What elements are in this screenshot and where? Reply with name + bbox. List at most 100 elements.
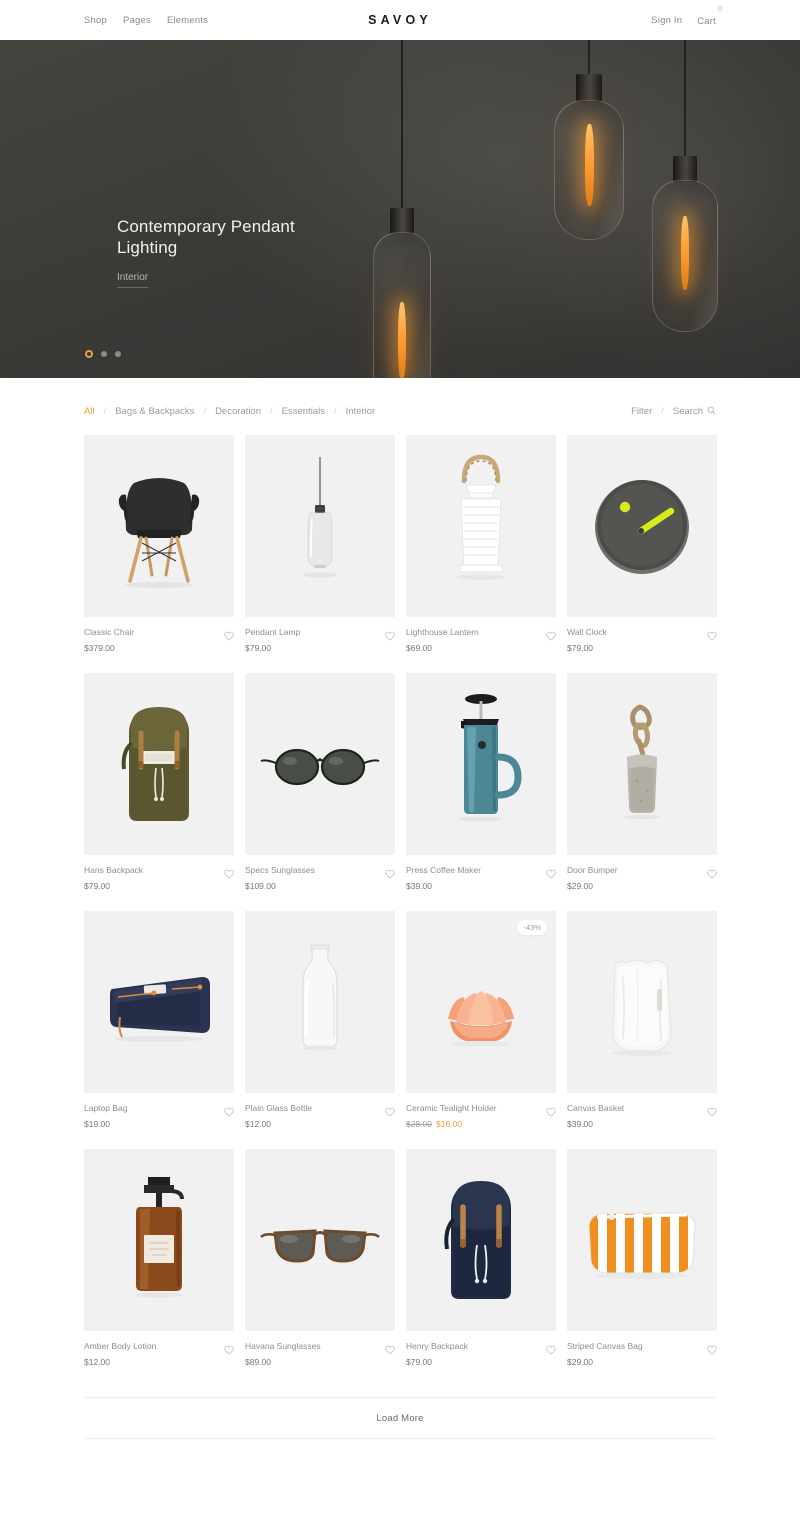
product-card: Plain Glass Bottle $12.00 bbox=[245, 911, 395, 1129]
wishlist-heart-icon[interactable] bbox=[385, 628, 395, 641]
load-more-section: Load More bbox=[84, 1397, 716, 1439]
product-meta: Havana Sunglasses bbox=[245, 1331, 395, 1355]
product-price: $79.00 bbox=[406, 1357, 432, 1367]
category-interior[interactable]: Interior bbox=[346, 406, 376, 417]
product-price: $28.00 $16.00 bbox=[406, 1119, 556, 1129]
wishlist-heart-icon[interactable] bbox=[707, 628, 717, 641]
product-name[interactable]: Ceramic Tealight Holder bbox=[406, 1103, 546, 1114]
product-image-havana-sunglasses[interactable] bbox=[245, 1149, 395, 1331]
product-image-press-coffee-maker[interactable] bbox=[406, 673, 556, 855]
product-card: Specs Sunglasses $109.00 bbox=[245, 673, 395, 891]
category-decoration[interactable]: Decoration bbox=[215, 406, 261, 417]
wishlist-heart-icon[interactable] bbox=[224, 866, 234, 879]
wishlist-heart-icon[interactable] bbox=[224, 1104, 234, 1117]
hero-dot-1[interactable] bbox=[85, 350, 93, 358]
search-icon[interactable] bbox=[707, 406, 716, 417]
product-card: Classic Chair $379.00 bbox=[84, 435, 234, 653]
sign-in-link[interactable]: Sign In bbox=[651, 15, 682, 26]
product-meta: Amber Body Lotion bbox=[84, 1331, 234, 1355]
hero-category-link[interactable]: Interior bbox=[117, 272, 149, 288]
pendant-lamp-art bbox=[303, 457, 337, 578]
hero-dot-2[interactable] bbox=[101, 351, 107, 357]
product-price: $19.00 bbox=[84, 1119, 110, 1129]
product-name[interactable]: Canvas Basket bbox=[567, 1103, 707, 1114]
category-bags-backpacks[interactable]: Bags & Backpacks bbox=[115, 406, 194, 417]
product-name[interactable]: Press Coffee Maker bbox=[406, 865, 546, 876]
product-image-lighthouse-lantern[interactable] bbox=[406, 435, 556, 617]
category-essentials[interactable]: Essentials bbox=[282, 406, 325, 417]
product-image-striped-canvas-bag[interactable] bbox=[567, 1149, 717, 1331]
cart-link[interactable]: Cart 0 bbox=[697, 6, 722, 29]
product-name[interactable]: Specs Sunglasses bbox=[245, 865, 385, 876]
hero-slider[interactable]: Contemporary Pendant Lighting Interior bbox=[0, 40, 800, 378]
product-price: $29.00 bbox=[567, 1357, 593, 1367]
cart-label[interactable]: Cart bbox=[697, 16, 716, 27]
wishlist-heart-icon[interactable] bbox=[707, 866, 717, 879]
wishlist-heart-icon[interactable] bbox=[224, 1342, 234, 1355]
site-header: Shop Pages Elements SAVOY Sign In Cart 0 bbox=[0, 0, 800, 40]
product-name[interactable]: Laptop Bag bbox=[84, 1103, 224, 1114]
product-image-pendant-lamp[interactable] bbox=[245, 435, 395, 617]
load-more-button[interactable]: Load More bbox=[376, 1413, 423, 1424]
product-image-ceramic-tealight-holder[interactable]: -43% bbox=[406, 911, 556, 1093]
product-name[interactable]: Hans Backpack bbox=[84, 865, 224, 876]
product-meta: Pendant Lamp bbox=[245, 617, 395, 641]
product-name[interactable]: Lighthouse Lantern bbox=[406, 627, 546, 638]
wishlist-heart-icon[interactable] bbox=[546, 628, 556, 641]
product-sale-price: $16.00 bbox=[436, 1119, 462, 1129]
hero-background-image bbox=[0, 40, 800, 378]
wishlist-heart-icon[interactable] bbox=[385, 866, 395, 879]
product-card: Wall Clock $79.00 bbox=[567, 435, 717, 653]
wishlist-heart-icon[interactable] bbox=[707, 1104, 717, 1117]
product-image-plain-glass-bottle[interactable] bbox=[245, 911, 395, 1093]
product-name[interactable]: Wall Clock bbox=[567, 627, 707, 638]
hero-caption: Contemporary Pendant Lighting Interior bbox=[117, 216, 347, 288]
hero-dot-3[interactable] bbox=[115, 351, 121, 357]
discount-badge: -43% bbox=[517, 920, 547, 935]
product-meta: Door Bumper bbox=[567, 855, 717, 879]
product-image-classic-chair[interactable] bbox=[84, 435, 234, 617]
product-name[interactable]: Striped Canvas Bag bbox=[567, 1341, 707, 1352]
product-card: Press Coffee Maker $39.00 bbox=[406, 673, 556, 891]
product-name[interactable]: Door Bumper bbox=[567, 865, 707, 876]
havana-sunglasses-art bbox=[260, 1229, 380, 1263]
product-meta: Hans Backpack bbox=[84, 855, 234, 879]
product-image-amber-body-lotion[interactable] bbox=[84, 1149, 234, 1331]
product-meta: Henry Backpack bbox=[406, 1331, 556, 1355]
product-image-specs-sunglasses[interactable] bbox=[245, 673, 395, 855]
product-image-henry-backpack[interactable] bbox=[406, 1149, 556, 1331]
product-image-laptop-bag[interactable] bbox=[84, 911, 234, 1093]
product-name[interactable]: Havana Sunglasses bbox=[245, 1341, 385, 1352]
lighthouse-lantern-art bbox=[456, 454, 506, 580]
hans-backpack-art bbox=[121, 707, 189, 821]
product-price: $12.00 bbox=[84, 1357, 110, 1367]
product-name[interactable]: Plain Glass Bottle bbox=[245, 1103, 385, 1114]
product-card: Amber Body Lotion $12.00 bbox=[84, 1149, 234, 1367]
filter-button[interactable]: Filter bbox=[631, 406, 652, 417]
wishlist-heart-icon[interactable] bbox=[546, 866, 556, 879]
product-name[interactable]: Henry Backpack bbox=[406, 1341, 546, 1352]
wishlist-heart-icon[interactable] bbox=[385, 1342, 395, 1355]
product-meta: Specs Sunglasses bbox=[245, 855, 395, 879]
wishlist-heart-icon[interactable] bbox=[546, 1104, 556, 1117]
product-meta: Striped Canvas Bag bbox=[567, 1331, 717, 1355]
wishlist-heart-icon[interactable] bbox=[707, 1342, 717, 1355]
product-card: Hans Backpack $79.00 bbox=[84, 673, 234, 891]
canvas-basket-art bbox=[612, 959, 672, 1056]
product-image-canvas-basket[interactable] bbox=[567, 911, 717, 1093]
product-image-wall-clock[interactable] bbox=[567, 435, 717, 617]
search-button[interactable]: Search bbox=[673, 406, 703, 417]
category-all[interactable]: All bbox=[84, 406, 95, 417]
product-image-hans-backpack[interactable] bbox=[84, 673, 234, 855]
product-name[interactable]: Amber Body Lotion bbox=[84, 1341, 224, 1352]
product-meta: Press Coffee Maker bbox=[406, 855, 556, 879]
product-card: Pendant Lamp $79.00 bbox=[245, 435, 395, 653]
wishlist-heart-icon[interactable] bbox=[224, 628, 234, 641]
product-image-door-bumper[interactable] bbox=[567, 673, 717, 855]
product-card: Striped Canvas Bag $29.00 bbox=[567, 1149, 717, 1367]
product-card: Lighthouse Lantern $69.00 bbox=[406, 435, 556, 653]
product-name[interactable]: Classic Chair bbox=[84, 627, 224, 638]
product-name[interactable]: Pendant Lamp bbox=[245, 627, 385, 638]
wishlist-heart-icon[interactable] bbox=[546, 1342, 556, 1355]
wishlist-heart-icon[interactable] bbox=[385, 1104, 395, 1117]
